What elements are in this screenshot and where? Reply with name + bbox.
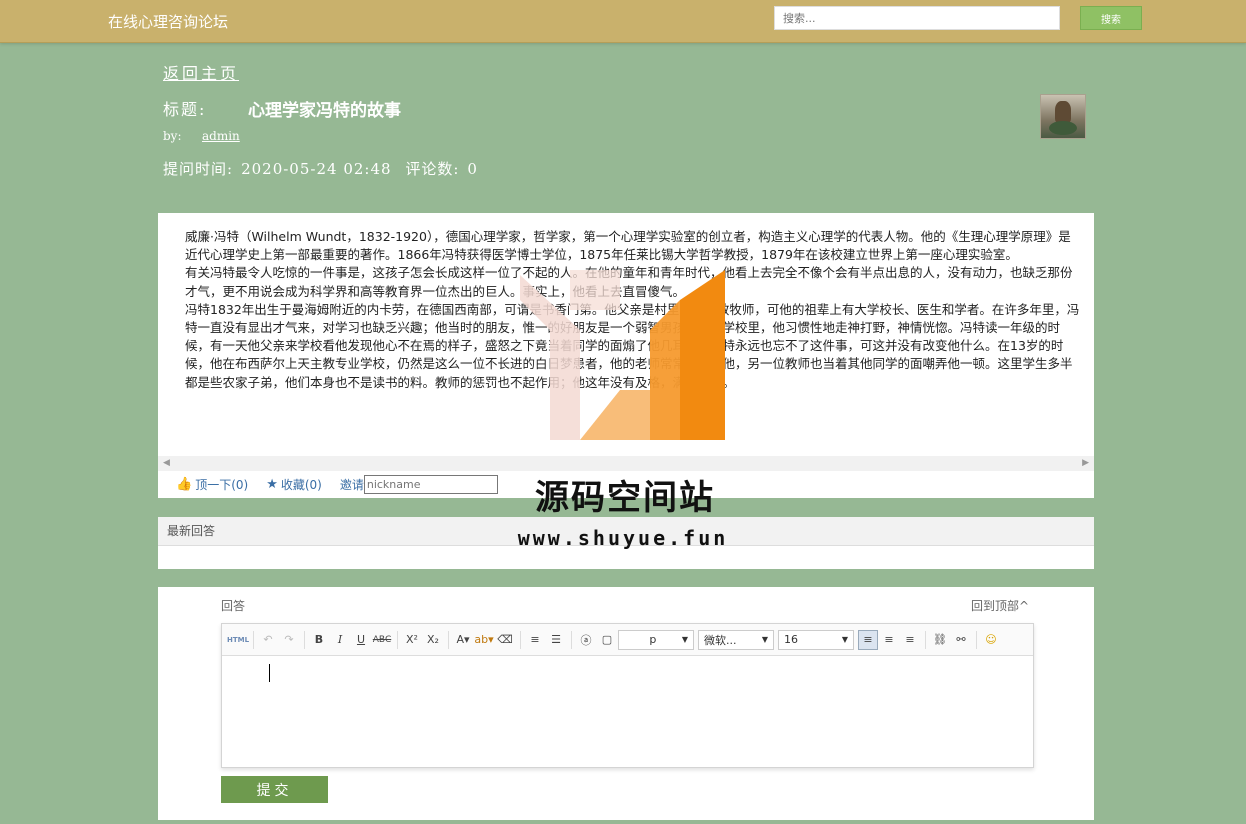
subscript-icon[interactable]: X₂ [423,630,443,650]
comments-label: 评论数: [405,160,460,178]
format-value: p [649,633,657,646]
emoji-icon[interactable]: ☺ [981,630,1001,650]
submit-button[interactable]: 提交 [221,776,328,803]
eraser-icon[interactable]: ⌫ [495,630,515,650]
ordered-list-icon[interactable]: ≡ [525,630,545,650]
html-source-icon[interactable]: HTML [227,630,249,650]
undo-icon[interactable]: ↶ [258,630,278,650]
comments-count: 0 [467,160,478,178]
align-right-icon[interactable]: ≡ [900,630,920,650]
post-meta: 提问时间: 2020-05-24 02:48 评论数: 0 [163,158,486,179]
thumbs-up-icon: 👍 [176,477,193,492]
watermark-text: 源码空间站 [535,478,715,518]
text-caret [269,664,270,682]
chevron-down-icon: ▼ [761,635,768,644]
like-label: 顶一下(0) [195,478,249,492]
page-break-icon[interactable]: ▢ [597,630,617,650]
site-title[interactable]: 在线心理咨询论坛 [108,11,228,32]
chevron-down-icon: ▼ [681,635,688,644]
link-icon[interactable]: ⛓ [930,630,950,650]
top-navbar: 在线心理咨询论坛 搜索 [0,0,1246,43]
align-left-icon[interactable]: ≡ [858,629,878,650]
italic-icon[interactable]: I [330,630,350,650]
watermark-url: www.shuyue.fun [517,526,729,550]
post-time: 2020-05-24 02:48 [241,160,392,178]
strikethrough-icon[interactable]: ABC [372,630,392,650]
insert-code-icon[interactable]: ⓐ [576,630,596,650]
font-family-value: 微软... [704,633,737,647]
superscript-icon[interactable]: X² [402,630,422,650]
highlight-icon[interactable]: ab▾ [474,630,494,650]
favorite-button[interactable]: ★ 收藏(0) [266,476,322,493]
back-home-link[interactable]: 返回主页 [163,60,239,84]
chevron-down-icon: ▼ [841,635,848,644]
align-center-icon[interactable]: ≡ [879,630,899,650]
post-paragraph: 威廉·冯特（Wilhelm Wundt，1832-1920），德国心理学家，哲学… [185,229,1071,263]
font-size-select[interactable]: 16 ▼ [778,629,854,650]
unordered-list-icon[interactable]: ☰ [546,630,566,650]
bold-icon[interactable]: B [309,630,329,650]
by-label: by: [163,129,182,143]
editor-content-area[interactable] [222,656,1033,766]
font-family-select[interactable]: 微软... ▼ [698,629,774,650]
author-link[interactable]: admin [202,129,240,143]
star-icon: ★ [266,477,278,492]
post-actions: 👍 顶一下(0) ★ 收藏(0) 邀请 [176,475,498,494]
invite-label: 邀请 [339,478,364,492]
favorite-label: 收藏(0) [280,478,322,492]
redo-icon[interactable]: ↷ [279,630,299,650]
horizontal-scrollbar[interactable]: ◀ ▶ [158,456,1094,471]
watermark-logo [520,270,725,440]
format-select[interactable]: p ▼ [618,629,694,650]
unlink-icon[interactable]: ⚯ [951,630,971,650]
font-color-icon[interactable]: A▾ [453,630,473,650]
nickname-input[interactable] [363,475,498,494]
search-input[interactable] [774,6,1060,30]
avatar [1040,94,1086,139]
scroll-left-icon[interactable]: ◀ [163,458,170,468]
underline-icon[interactable]: U [351,630,371,650]
back-to-top-link[interactable]: 回到顶部^ [971,597,1029,614]
search-button[interactable]: 搜索 [1080,6,1142,30]
post-title: 心理学家冯特的故事 [248,101,401,121]
rich-text-editor: HTML ↶ ↷ B I U ABC X² X₂ A▾ ab▾ ⌫ ≡ ☰ ⓐ … [221,623,1034,768]
font-size-value: 16 [784,633,798,646]
reply-panel: 回答 回到顶部^ HTML ↶ ↷ B I U ABC X² X₂ A▾ ab▾… [158,587,1094,820]
scroll-right-icon[interactable]: ▶ [1082,458,1089,468]
title-label: 标题: [163,100,207,119]
time-label: 提问时间: [163,160,234,178]
reply-label: 回答 [221,599,246,613]
editor-toolbar: HTML ↶ ↷ B I U ABC X² X₂ A▾ ab▾ ⌫ ≡ ☰ ⓐ … [222,624,1033,656]
like-button[interactable]: 👍 顶一下(0) [176,476,248,493]
